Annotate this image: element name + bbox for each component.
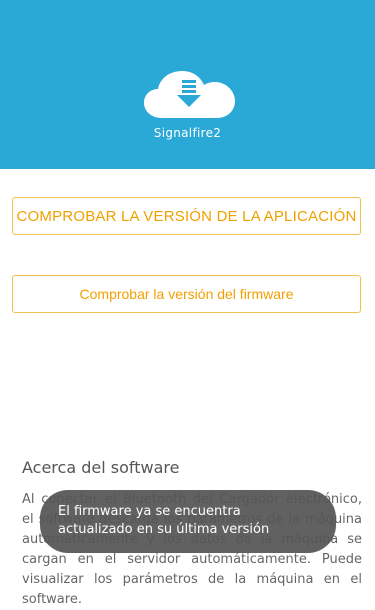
cloud-download-icon [140,66,240,120]
check-firmware-version-button[interactable]: Comprobar la versión del firmware [12,275,361,313]
app-header: Signalfire2 [0,0,375,169]
check-app-version-button[interactable]: COMPROBAR LA VERSIÓN DE LA APLICACIÓN [12,197,361,235]
toast-message: El firmware ya se encuentra actualizado … [40,490,336,553]
toast-line-2: actualizado en su última versión [58,522,270,537]
app-name: Signalfire2 [153,126,222,140]
about-software-title: Acerca del software [22,458,180,477]
toast-line-1: El firmware ya se encuentra [58,504,241,519]
